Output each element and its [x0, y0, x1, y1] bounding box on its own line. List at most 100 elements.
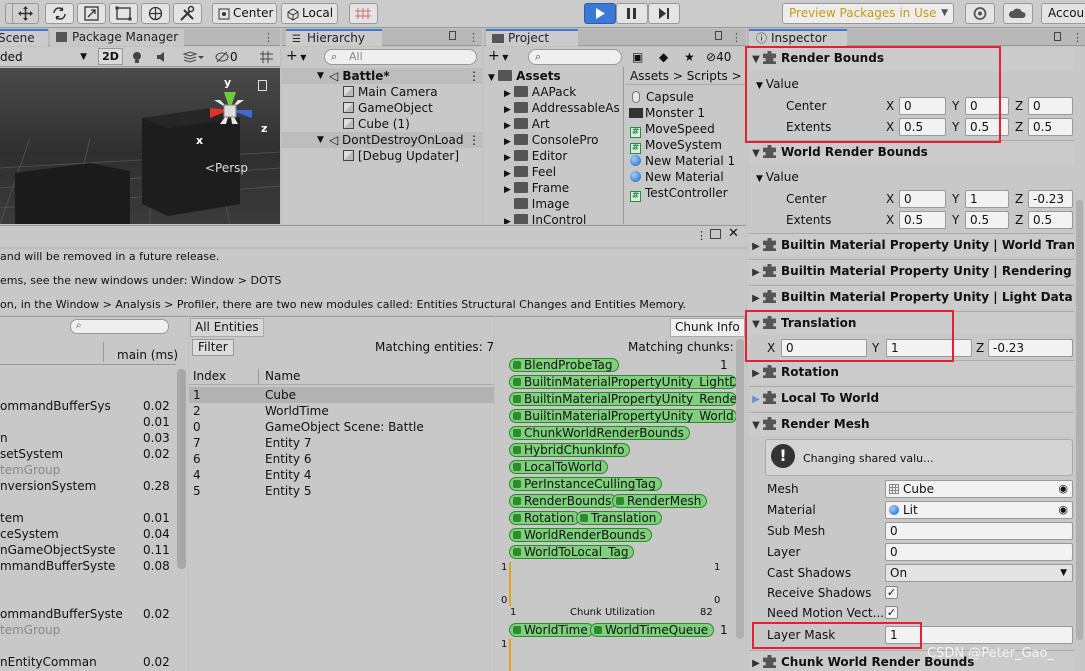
system-row[interactable]: tem 0.01 — [0, 510, 176, 526]
component-tag[interactable]: RenderBounds — [509, 494, 618, 508]
system-row[interactable] — [0, 382, 176, 398]
extents-x-field[interactable]: 0.5 — [899, 211, 946, 229]
cast-shadows-dropdown[interactable]: On ▼ — [885, 564, 1073, 582]
column-header-name[interactable]: Name — [265, 368, 300, 384]
rotate-tool-icon[interactable] — [45, 3, 74, 24]
console-line[interactable]: and will be removed in a future release. — [0, 249, 219, 265]
scene-menu-icon[interactable]: ⋮ — [263, 29, 274, 46]
system-row[interactable]: setSystem 0.02 — [0, 446, 176, 462]
hierarchy-item-gameobject[interactable]: GameObject — [343, 100, 433, 116]
file-item[interactable]: Monster 1 — [629, 105, 705, 121]
hierarchy-search-input[interactable]: ⌕ All — [324, 49, 477, 65]
component-tag[interactable]: BuiltinMaterialPropertyUnity_LightData — [509, 375, 737, 389]
value-foldout[interactable]: ▼ Value — [756, 169, 799, 187]
center-z-field[interactable]: 0 — [1028, 97, 1073, 115]
system-row[interactable]: nGameObjectSyste 0.11 — [0, 542, 176, 558]
breadcrumb-item[interactable]: Assets — [630, 69, 669, 83]
maximize-icon[interactable] — [710, 229, 721, 239]
grid-snap-icon[interactable] — [349, 3, 378, 24]
component-tag[interactable]: Rotation — [509, 511, 581, 525]
center-y-field[interactable]: 1 — [965, 190, 1009, 208]
system-row[interactable] — [0, 494, 176, 510]
file-item[interactable]: New Material — [630, 169, 724, 185]
filter-button[interactable]: Filter — [192, 339, 234, 356]
component-tag[interactable]: WorldToLocal_Tag — [509, 545, 635, 559]
project-menu-icon[interactable]: ⋮ — [731, 29, 742, 46]
component-tag[interactable]: HybridChunkInfo — [509, 443, 631, 457]
component-tag[interactable]: WorldTimeQueue — [590, 623, 715, 637]
item-menu-icon[interactable]: ⋮ — [468, 68, 480, 84]
system-row[interactable]: nversionSystem 0.28 — [0, 478, 176, 494]
scrollbar[interactable] — [1076, 200, 1083, 640]
object-picker-icon[interactable]: ◉ — [1058, 502, 1068, 518]
rect-tool-icon[interactable] — [109, 3, 138, 24]
file-item[interactable]: Capsule — [632, 89, 694, 105]
system-row[interactable]: ommandBufferSys 0.02 — [0, 398, 176, 414]
entity-row[interactable]: 4 Entity 4 — [189, 467, 494, 483]
tab-hierarchy[interactable]: ☰ Hierarchy — [286, 29, 382, 46]
hierarchy-item-main-camera[interactable]: Main Camera — [343, 84, 438, 100]
component-header-world-render-bounds[interactable]: ▼ World Render Bounds — [749, 140, 1074, 164]
entity-row[interactable]: 5 Entity 5 — [189, 483, 494, 499]
filter-type-icon[interactable]: ▣ — [632, 50, 643, 64]
translation-y-field[interactable]: 1 — [886, 339, 972, 357]
cloud-icon[interactable] — [1003, 3, 1033, 24]
component-header-render-bounds[interactable]: ▼ Render Bounds — [749, 47, 1074, 71]
tab-scene[interactable]: Scene — [0, 29, 48, 46]
extents-x-field[interactable]: 0.5 — [899, 118, 946, 136]
visibility-off-icon[interactable] — [215, 50, 229, 64]
value-foldout[interactable]: ▼ Value — [756, 76, 799, 94]
item-menu-icon[interactable]: ⋮ — [468, 132, 480, 148]
add-button[interactable]: + ▼ — [286, 48, 306, 66]
lock-icon[interactable] — [1054, 32, 1061, 41]
audio-icon[interactable] — [155, 50, 169, 64]
object-picker-icon[interactable]: ◉ — [1058, 481, 1068, 497]
tab-project[interactable]: Project — [486, 29, 578, 46]
entity-row[interactable]: 1 Cube — [189, 387, 494, 403]
breadcrumb-item[interactable]: Scripts — [687, 69, 728, 83]
console-menu-icon[interactable]: ⋮ — [696, 229, 707, 242]
submesh-field[interactable]: 0 — [885, 522, 1073, 540]
pivot-local-button[interactable]: Local — [281, 3, 338, 24]
scrollbar[interactable] — [736, 339, 744, 639]
grid-icon[interactable] — [258, 49, 276, 65]
system-row[interactable] — [0, 366, 176, 382]
pause-button[interactable] — [616, 3, 648, 24]
effects-icon[interactable] — [182, 50, 204, 64]
file-item[interactable]: # MoveSpeed — [630, 121, 715, 138]
tab-inspector[interactable]: ⓘ Inspector — [749, 29, 847, 46]
component-header-translation[interactable]: ▼ Translation — [749, 311, 1074, 335]
hierarchy-item-debug-updater[interactable]: [Debug Updater] — [343, 148, 459, 164]
lighting-icon[interactable] — [130, 50, 144, 64]
step-button[interactable] — [648, 3, 680, 24]
shading-mode-dropdown[interactable]: ded ▼ — [0, 49, 90, 65]
component-tag[interactable]: ChunkWorldRenderBounds — [509, 426, 690, 440]
file-item[interactable]: # TestController — [630, 185, 728, 202]
component-tag[interactable]: Translation — [576, 511, 663, 525]
favorite-icon[interactable]: ★ — [684, 50, 695, 64]
toggle-2d-button[interactable]: 2D — [98, 48, 123, 65]
hierarchy-menu-icon[interactable]: ⋮ — [468, 29, 479, 46]
lock-icon[interactable] — [449, 31, 456, 40]
center-z-field[interactable]: -0.23 — [1028, 190, 1073, 208]
column-header-index[interactable]: Index — [193, 368, 226, 384]
lock-icon[interactable] — [715, 31, 722, 40]
component-tag[interactable]: PerInstanceCullingTag — [509, 477, 662, 491]
layer-mask-field[interactable]: 1 — [885, 626, 1073, 644]
component-tag[interactable]: BuiltinMaterialPropertyUnity_RenderingLa… — [509, 392, 737, 406]
component-header-light-data[interactable]: ▶ Builtin Material Property Unity | Light… — [749, 285, 1074, 309]
custom-tools-icon[interactable] — [173, 3, 202, 24]
system-row[interactable]: mmandBufferSyste 0.08 — [0, 558, 176, 574]
hierarchy-item-battle[interactable]: ▼ ◁ Battle* ⋮ — [282, 68, 482, 84]
file-item[interactable]: New Material 1 — [630, 153, 735, 169]
system-row[interactable] — [0, 574, 176, 590]
component-header-rendering-layer[interactable]: ▶ Builtin Material Property Unity | Rende… — [749, 259, 1074, 283]
preview-packages-dropdown[interactable]: Preview Packages in Use ▼ — [782, 3, 954, 24]
center-x-field[interactable]: 0 — [899, 97, 946, 115]
file-item[interactable]: # MoveSystem — [630, 137, 722, 154]
component-tag[interactable]: BuiltinMaterialPropertyUnity_WorldTransf… — [509, 409, 737, 423]
component-header-render-mesh[interactable]: ▼ Render Mesh — [749, 412, 1074, 436]
console-line[interactable]: ems, see the new windows under: Window >… — [0, 273, 281, 289]
extents-y-field[interactable]: 0.5 — [965, 118, 1009, 136]
pivot-center-button[interactable]: Center — [212, 3, 277, 24]
